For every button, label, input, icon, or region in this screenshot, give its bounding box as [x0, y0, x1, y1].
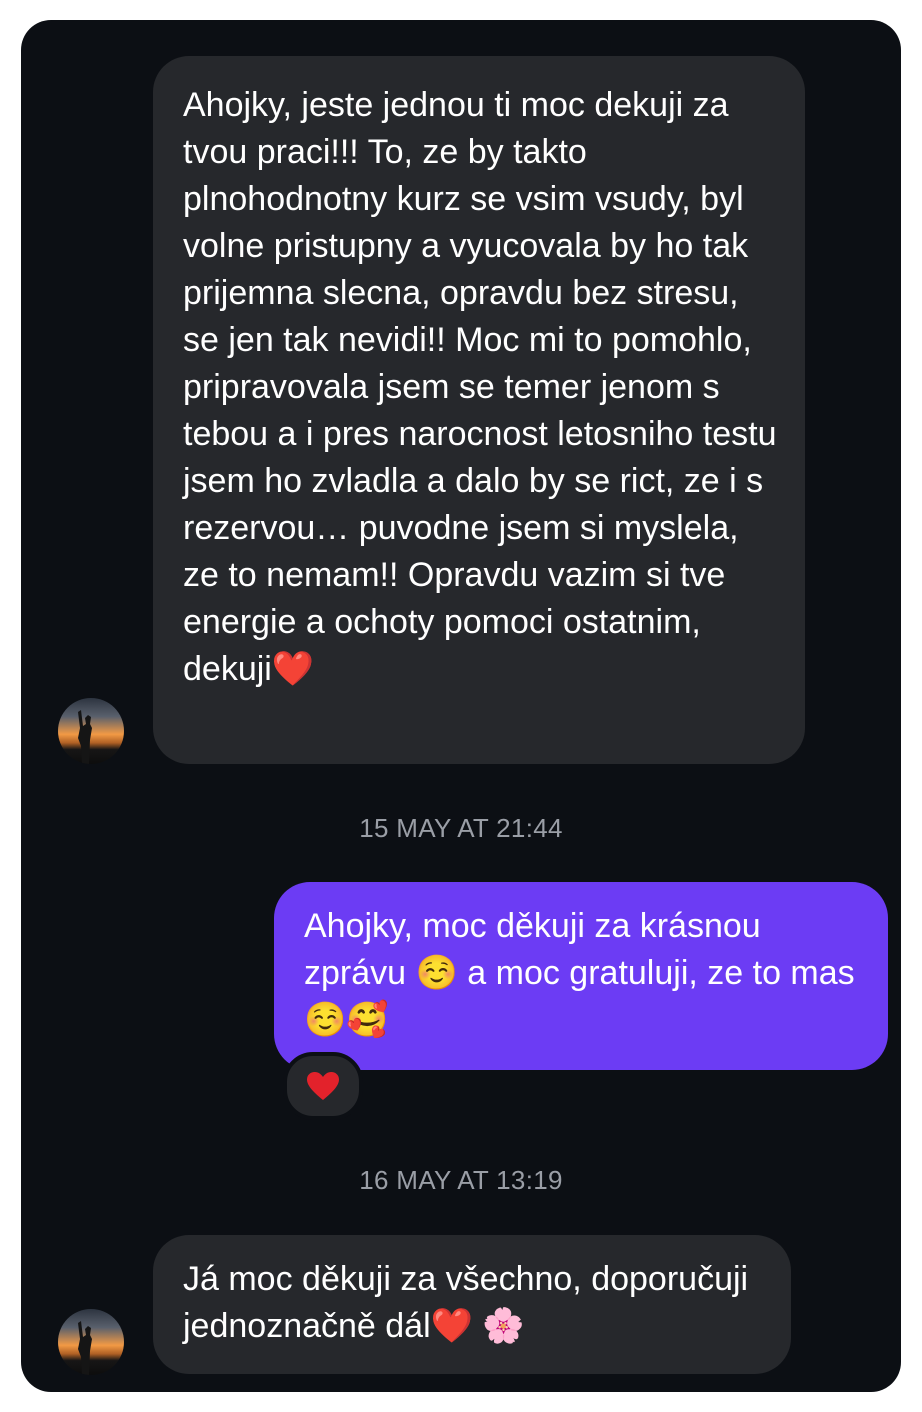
- message-timestamp: 15 MAY AT 21:44: [359, 813, 563, 843]
- incoming-message-bubble[interactable]: Ahojky, jeste jednou ti moc dekuji za tv…: [153, 56, 805, 764]
- contact-avatar[interactable]: [58, 1309, 124, 1375]
- message-timestamp: 16 MAY AT 13:19: [359, 1165, 563, 1195]
- contact-avatar[interactable]: [58, 698, 124, 764]
- silhouette-icon: [78, 1321, 92, 1375]
- message-reaction[interactable]: [283, 1052, 363, 1120]
- incoming-message-bubble[interactable]: Já moc děkuji za všechno, doporučuji jed…: [153, 1235, 791, 1374]
- silhouette-icon: [78, 710, 92, 764]
- red-heart-icon: [307, 1072, 339, 1100]
- outgoing-message-bubble[interactable]: Ahojky, moc děkuji za krásnou zprávu ☺️ …: [274, 882, 888, 1070]
- chat-thread: Ahojky, jeste jednou ti moc dekuji za tv…: [21, 20, 901, 1392]
